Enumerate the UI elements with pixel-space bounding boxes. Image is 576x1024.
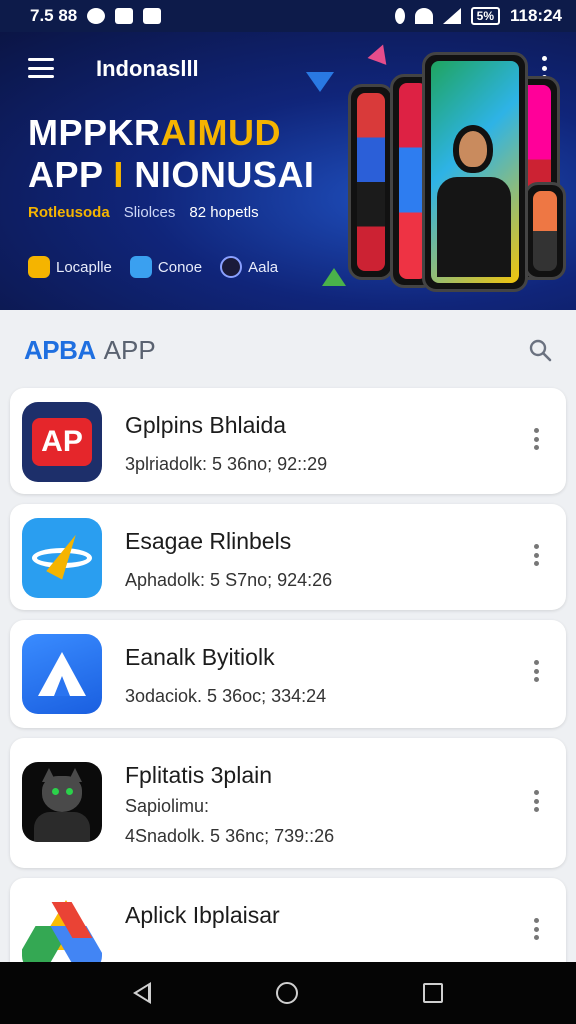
list-item[interactable]: Eanalk Byitiolk 3odaciok. 5 36oc; 334:24 <box>10 620 566 728</box>
headline-part: I <box>113 154 124 195</box>
phone-mockup <box>524 182 566 280</box>
banner-headline: MPPKRAIMUD APP I NIONUSAI <box>28 112 314 196</box>
banner-chips: Locaplle Conoe Aala <box>28 256 278 278</box>
status-left: 7.5 88 <box>30 6 162 26</box>
headline-part: AIMUD <box>160 112 281 153</box>
app-subtitle: Sapiolimu: <box>125 796 210 816</box>
a-logo-icon <box>22 634 102 714</box>
item-more-icon[interactable] <box>534 790 540 812</box>
list-item[interactable]: Esagae Rlinbels Aphadolk: 5 S7no; 924:26 <box>10 504 566 610</box>
cat-avatar-icon <box>22 762 102 842</box>
status-bar: 7.5 88 5% 118:24 <box>0 0 576 32</box>
item-more-icon[interactable] <box>534 544 540 566</box>
banner-title: Indonaslll <box>96 56 199 81</box>
mail-icon <box>143 8 162 24</box>
ring-bolt-icon <box>22 518 102 598</box>
banner-tagline: Rotleusoda Sliolces 82 hopetls <box>28 204 259 221</box>
app-name: Gplpins Bhlaida <box>125 412 287 438</box>
app-name: Eanalk Byitiolk <box>125 644 275 670</box>
app-meta: 3plriadolk: 5 36no; 92::29 <box>125 454 328 474</box>
recent-apps-icon[interactable] <box>423 983 444 1003</box>
hero-banner: Indonaslll MPPKRAIMUD APP I NIONUSAI Rot… <box>0 32 576 310</box>
wifi-icon <box>414 8 433 24</box>
battery-icon: 5% <box>470 7 500 25</box>
chip-label: Conoe <box>157 258 203 276</box>
hamburger-menu-icon[interactable] <box>28 58 54 78</box>
app-meta: Aphadolk: 5 S7no; 924:26 <box>125 570 333 590</box>
chip-conoe[interactable]: Conoe <box>129 256 203 278</box>
app-meta: 3odaciok. 5 36oc; 334:24 <box>125 686 327 706</box>
headline-part: APP <box>28 154 114 195</box>
decorative-triangle <box>367 41 393 65</box>
status-time-right: 118:24 <box>510 6 562 25</box>
phone-mockup <box>348 84 394 280</box>
chip-label: Locaplle <box>56 258 112 276</box>
brand-subtitle: APP <box>103 334 156 365</box>
signal-icon <box>442 8 461 24</box>
search-icon[interactable] <box>528 338 552 362</box>
app-name: Aplick Ibplaisar <box>125 902 280 928</box>
app-meta: 4Snadolk. 5 36nc; 739::26 <box>125 826 335 846</box>
sync-icon <box>87 8 106 24</box>
bluetooth-icon <box>394 8 405 24</box>
app-name: Fplitatis 3plain <box>125 762 273 788</box>
brand-logo: APBA <box>24 334 96 365</box>
drive-logo-icon <box>22 892 102 972</box>
status-right: 5% 118:24 <box>394 6 562 26</box>
app-bar: APBA APP <box>0 310 576 390</box>
tagline-item: 82 hopetls <box>189 204 259 221</box>
chip-label: Aala <box>248 258 279 276</box>
chip-aala[interactable]: Aala <box>220 256 278 278</box>
decorative-triangle <box>322 268 346 286</box>
image-icon <box>115 8 134 24</box>
tagline-item: Rotleusoda <box>28 204 110 221</box>
item-more-icon[interactable] <box>534 918 540 940</box>
tagline-item: Sliolces <box>123 204 176 221</box>
headline-part: MPPKR <box>28 112 161 153</box>
list-item[interactable]: Fplitatis 3plain Sapiolimu: 4Snadolk. 5 … <box>10 738 566 868</box>
item-more-icon[interactable] <box>534 428 540 450</box>
home-icon[interactable] <box>275 982 298 1004</box>
ap-logo-icon: AP <box>22 402 102 482</box>
person-illustration <box>437 125 511 277</box>
smile-icon <box>28 256 50 278</box>
app-name: Esagae Rlinbels <box>125 528 292 554</box>
status-time-left: 7.5 88 <box>30 6 78 25</box>
app-list: AP Gplpins Bhlaida 3plriadolk: 5 36no; 9… <box>10 388 566 988</box>
phone-mockup-main <box>422 52 528 292</box>
item-more-icon[interactable] <box>534 660 540 682</box>
chip-locaplle[interactable]: Locaplle <box>28 256 112 278</box>
back-icon[interactable] <box>132 982 151 1004</box>
decorative-triangle <box>306 72 334 92</box>
list-item[interactable]: AP Gplpins Bhlaida 3plriadolk: 5 36no; 9… <box>10 388 566 494</box>
photo-icon <box>129 256 152 278</box>
system-nav-bar <box>0 962 576 1024</box>
compass-icon <box>220 256 243 278</box>
headline-part: NIONUSAI <box>123 154 315 195</box>
